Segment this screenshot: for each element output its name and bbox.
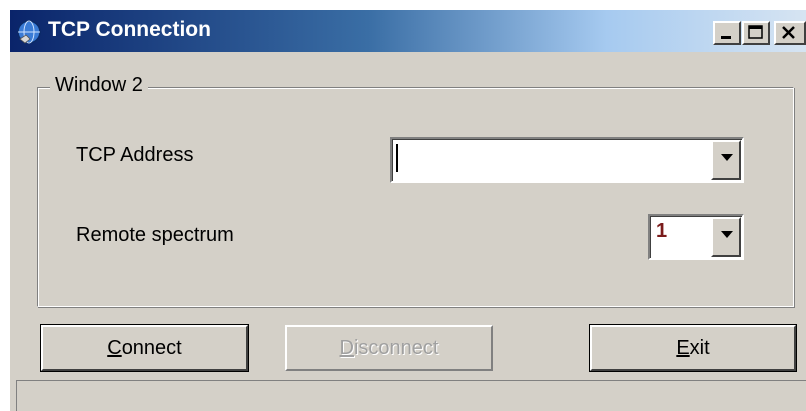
remote-spectrum-dropdown-button[interactable] (711, 217, 741, 257)
chevron-down-icon (721, 154, 733, 161)
title-bar[interactable]: TCP Connection (10, 10, 806, 52)
connect-button[interactable]: Connect (41, 325, 248, 371)
tcp-connection-window: TCP Connection Window 2 TCP Address Remo… (10, 10, 806, 411)
exit-mnemonic: E (676, 336, 690, 359)
window-title: TCP Connection (48, 18, 211, 41)
remote-spectrum-label: Remote spectrum (76, 224, 234, 246)
text-caret (396, 144, 398, 172)
status-bar (16, 380, 806, 411)
connect-label: onnect (121, 336, 182, 359)
maximize-icon (748, 25, 763, 39)
minimize-button[interactable] (713, 21, 741, 45)
close-button[interactable] (774, 21, 806, 45)
exit-button[interactable]: Exit (590, 325, 796, 371)
chevron-down-icon (721, 231, 733, 238)
disconnect-mnemonic: D (339, 336, 354, 359)
connect-mnemonic: C (107, 336, 122, 359)
disconnect-button[interactable]: Disconnect (285, 325, 493, 371)
window-2-groupbox (37, 87, 794, 307)
minimize-icon (721, 36, 731, 39)
maximize-button[interactable] (742, 21, 770, 45)
close-icon (782, 26, 795, 39)
tcp-address-label: TCP Address (76, 144, 194, 166)
remote-spectrum-combobox[interactable]: 1 (648, 214, 744, 260)
exit-label: xit (689, 336, 710, 359)
groupbox-label: Window 2 (50, 74, 148, 97)
tcp-address-combobox[interactable] (390, 137, 744, 183)
globe-icon (16, 19, 42, 45)
remote-spectrum-value: 1 (656, 220, 668, 242)
disconnect-label: isconnect (353, 336, 439, 359)
tcp-address-dropdown-button[interactable] (711, 140, 741, 180)
